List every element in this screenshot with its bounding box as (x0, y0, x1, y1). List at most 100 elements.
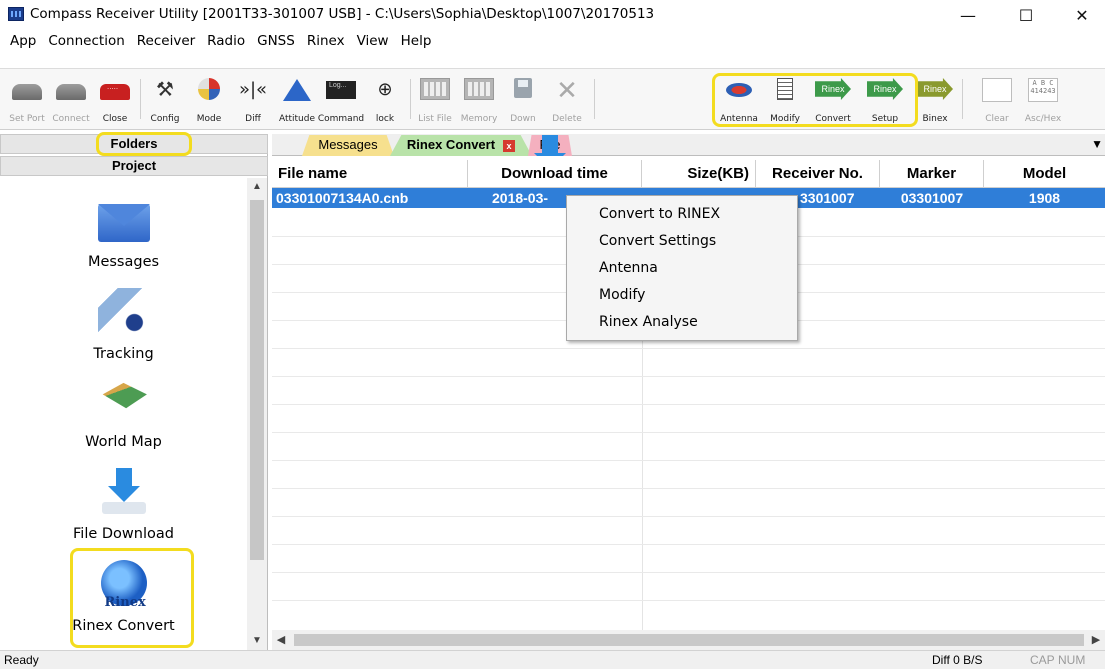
nav-item-rinex-convert[interactable]: Rinex Rinex Convert (0, 560, 247, 634)
grid-line (272, 376, 1105, 377)
antenna-button[interactable]: Antenna (718, 75, 760, 127)
modify-label: Modify (770, 114, 800, 124)
menu-gnss[interactable]: GNSS (251, 33, 301, 49)
cell-file-name: 03301007134A0.cnb (276, 190, 409, 206)
down-button[interactable]: Down (502, 75, 544, 127)
rinex-icon: Rinex (100, 560, 147, 610)
document-icon (777, 78, 793, 100)
tab-rinex-convert[interactable]: Rinex Convert x (390, 135, 532, 156)
convert-button[interactable]: Rinex Convert (812, 75, 854, 127)
nav-item-file-download[interactable]: File Download (0, 468, 247, 542)
list-file-button[interactable]: List File (414, 75, 456, 127)
cell-marker: 03301007 (900, 190, 964, 206)
list-file-icon (420, 78, 450, 100)
menu-item-rinex-analyse[interactable]: Rinex Analyse (567, 308, 797, 336)
clear-button[interactable]: Clear (976, 75, 1018, 127)
menu-item-convert-settings[interactable]: Convert Settings (567, 227, 797, 255)
nav-item-messages[interactable]: Messages (0, 198, 247, 270)
column-download-time[interactable]: Download time (468, 160, 642, 188)
nav-item-label: Tracking (93, 346, 154, 362)
close-window-button[interactable]: ✕ (1059, 0, 1105, 30)
grid-line (272, 572, 1105, 573)
lock-button[interactable]: ⊕ lock (364, 75, 406, 127)
command-button[interactable]: Log... Command (318, 75, 364, 127)
delete-icon: ✕ (556, 75, 578, 105)
scroll-left-icon[interactable]: ◀ (272, 630, 290, 650)
asc-hex-label: Asc/Hex (1024, 114, 1062, 124)
menu-receiver[interactable]: Receiver (131, 33, 201, 49)
disconnect-icon (100, 82, 130, 100)
scrollbar-thumb[interactable] (250, 200, 264, 560)
nav-item-tracking[interactable]: Tracking (0, 288, 247, 362)
scroll-down-icon[interactable]: ▼ (247, 632, 267, 650)
scrollbar-thumb[interactable] (294, 634, 1084, 646)
menu-app[interactable]: App (4, 33, 42, 49)
nav-item-label: World Map (85, 434, 162, 450)
toolbar-separator (410, 79, 411, 119)
cell-model: 1908 (1028, 190, 1061, 206)
document-tabs: Messages Rinex Convert x File Download ▼ (272, 134, 1105, 156)
project-header[interactable]: Project (0, 156, 268, 176)
setup-button[interactable]: Rinex Setup (864, 75, 906, 127)
binex-label: Binex (922, 114, 948, 124)
close-connection-button[interactable]: Close (94, 75, 136, 127)
table-horizontal-scrollbar[interactable]: ◀ ▶ (272, 630, 1105, 650)
attitude-button[interactable]: Attitude (276, 75, 318, 127)
modify-button[interactable]: Modify (764, 75, 806, 127)
grid-line (272, 488, 1105, 489)
minimize-button[interactable]: — (945, 0, 991, 30)
delete-button[interactable]: ✕ Delete (546, 75, 588, 127)
toolbar-separator (140, 79, 141, 119)
menu-item-modify[interactable]: Modify (567, 281, 797, 309)
clear-icon (982, 78, 1012, 102)
folders-header[interactable]: Folders (0, 134, 268, 154)
attitude-icon (283, 79, 311, 101)
rinex-setup-icon: Rinex (867, 78, 903, 100)
column-receiver-no[interactable]: Receiver No. (756, 160, 880, 188)
nav-item-label: Messages (87, 254, 160, 270)
project-list: Messages Tracking World Map File Downloa… (0, 178, 247, 650)
maximize-button[interactable]: ☐ (1003, 0, 1049, 30)
toolbar: Set Port Connect Close ⚒ Config Mode »|«… (0, 68, 1105, 130)
mode-button[interactable]: Mode (188, 75, 230, 127)
column-marker[interactable]: Marker (880, 160, 984, 188)
connect-button[interactable]: Connect (50, 75, 92, 127)
diff-button[interactable]: »|« Diff (232, 75, 274, 127)
tab-file-download[interactable]: File Download (528, 135, 572, 156)
menu-view[interactable]: View (351, 33, 395, 49)
toolbar-separator (594, 79, 595, 119)
menu-help[interactable]: Help (395, 33, 438, 49)
menu-connection[interactable]: Connection (42, 33, 130, 49)
envelope-icon (97, 204, 150, 242)
menu-radio[interactable]: Radio (201, 33, 251, 49)
globe-lock-icon: ⊕ (377, 79, 393, 100)
scroll-right-icon[interactable]: ▶ (1087, 630, 1105, 650)
asc-hex-button[interactable]: A B C 414243 Asc/Hex (1022, 75, 1064, 127)
num-lock-indicator: NUM (1058, 653, 1086, 667)
nav-item-world-map[interactable]: World Map (0, 376, 247, 450)
tab-list-dropdown-icon[interactable]: ▼ (1091, 137, 1103, 151)
menu-rinex[interactable]: Rinex (301, 33, 351, 49)
binex-button[interactable]: Rinex Binex (914, 75, 956, 127)
table-header: File name Download time Size(KB) Receive… (272, 160, 1105, 188)
config-button[interactable]: ⚒ Config (144, 75, 186, 127)
column-size[interactable]: Size(KB) (642, 160, 756, 188)
command-icon: Log... (326, 81, 356, 99)
antenna-icon (726, 83, 752, 97)
close-label: Close (102, 114, 128, 124)
column-model[interactable]: Model (984, 160, 1105, 188)
toolbar-separator (962, 79, 963, 119)
app-icon (8, 7, 24, 21)
ascii-hex-icon: A B C 414243 (1028, 78, 1058, 102)
menu-item-convert-to-rinex[interactable]: Convert to RINEX (567, 200, 797, 228)
menu-item-antenna[interactable]: Antenna (567, 254, 797, 282)
window-title: Compass Receiver Utility [2001T33-301007… (30, 6, 655, 22)
tab-close-icon[interactable]: x (503, 140, 516, 152)
column-file-name[interactable]: File name (272, 160, 468, 188)
left-panel-scrollbar[interactable]: ▲ ▼ (247, 178, 267, 650)
grid-line (272, 404, 1105, 405)
tab-messages[interactable]: Messages (302, 135, 394, 156)
memory-button[interactable]: Memory (458, 75, 500, 127)
scroll-up-icon[interactable]: ▲ (247, 178, 267, 196)
set-port-button[interactable]: Set Port (6, 75, 48, 127)
